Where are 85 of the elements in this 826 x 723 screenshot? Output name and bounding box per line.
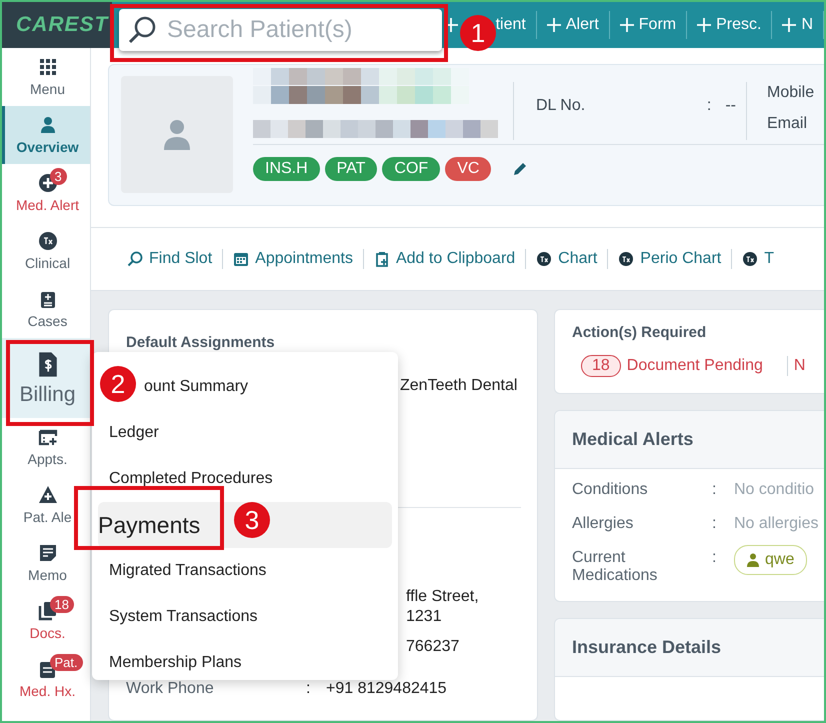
field-value: +91 8129482415: [326, 680, 447, 698]
alert-link[interactable]: N: [794, 357, 806, 375]
separator: :: [306, 680, 312, 698]
card-title: Default Assignments: [126, 334, 276, 351]
sidebar-item[interactable]: Cases: [2, 280, 90, 338]
field-value: 766237: [406, 638, 460, 656]
clipboard-icon: [38, 659, 58, 679]
alert-link[interactable]: Document Pending: [626, 357, 763, 375]
tx-icon: [742, 251, 758, 267]
field-label: Work Phone: [126, 680, 215, 698]
toolbar-button[interactable]: N: [796, 16, 823, 34]
search-icon: [127, 251, 143, 267]
dropdown-option[interactable]: ount Summary: [142, 364, 392, 410]
field-value: ffle Street,: [406, 588, 480, 606]
dropdown-option[interactable]: System Transactions: [98, 594, 392, 640]
plus-icon[interactable]: [546, 18, 561, 32]
sidebar-item[interactable]: 18 Docs.: [2, 592, 90, 650]
person-icon: [163, 118, 191, 150]
tag[interactable]: COF: [382, 157, 440, 181]
count-badge: 18: [581, 355, 621, 377]
field-value: ZenTeeth Dental: [400, 377, 518, 395]
edit-icon[interactable]: [512, 161, 528, 177]
field-label: Mobile: [767, 84, 814, 102]
field-value: No allergies: [734, 515, 818, 533]
clipboard-plus-icon: [374, 251, 390, 267]
sidebar-item[interactable]: Overview: [2, 106, 90, 164]
field-value: No conditio: [734, 481, 814, 499]
action-link[interactable]: Chart: [526, 250, 608, 268]
search-icon: [127, 15, 157, 45]
note-icon: [38, 543, 58, 563]
action-link[interactable]: Add to Clipboard: [364, 250, 526, 268]
card-title: Action(s) Required: [572, 324, 708, 341]
sidebar-item[interactable]: Billing: [2, 338, 90, 418]
sidebar-item[interactable]: 3 Med. Alert: [2, 164, 90, 222]
field-value: --: [725, 97, 736, 115]
separator: :: [712, 481, 718, 499]
field-value: 1231: [406, 608, 443, 626]
tx-icon: [536, 251, 552, 267]
toolbar-button[interactable]: Alert: [560, 16, 609, 34]
plus-icon[interactable]: [697, 18, 712, 32]
card-title: Medical Alerts: [572, 429, 694, 449]
tag[interactable]: VC: [445, 157, 492, 181]
dropdown-option[interactable]: Completed Procedures: [98, 456, 392, 502]
plus-icon[interactable]: [620, 18, 634, 32]
sidebar-item[interactable]: Clinical: [2, 222, 90, 280]
plus-icon[interactable]: [782, 18, 796, 32]
field-label: Allergies: [572, 515, 634, 533]
sidebar-item[interactable]: Appts.: [2, 418, 90, 476]
dropdown-option[interactable]: Ledger: [98, 410, 392, 456]
toolbar-button[interactable]: Form: [634, 16, 686, 34]
toolbar-button[interactable]: tient: [494, 16, 536, 34]
tag[interactable]: PAT: [324, 157, 378, 181]
invoice-icon: [36, 350, 58, 378]
sidebar-item[interactable]: Menu: [2, 48, 90, 106]
tx-icon: [618, 251, 634, 267]
tx-icon: [38, 231, 58, 251]
medication-chip[interactable]: qwe: [734, 545, 808, 575]
action-link[interactable]: Appointments: [223, 250, 363, 268]
field-label: Email: [767, 115, 808, 133]
sidebar-item[interactable]: Pat. Med. Hx.: [2, 650, 90, 708]
calendar-icon: [233, 251, 250, 267]
calendar-plus-icon: [38, 427, 58, 447]
toolbar-button[interactable]: Presc.: [711, 16, 772, 34]
dropdown-option[interactable]: Migrated Transactions: [98, 548, 392, 594]
count-badge: 3: [50, 168, 67, 185]
separator: :: [712, 515, 718, 533]
person-icon: [747, 553, 759, 567]
warning-plus-icon: [38, 485, 58, 505]
action-link[interactable]: Find Slot: [117, 250, 222, 268]
action-link[interactable]: Perio Chart: [608, 250, 732, 268]
count-badge: 18: [50, 596, 74, 613]
card-title: Insurance Details: [572, 637, 722, 657]
field-label: Conditions: [572, 481, 649, 499]
action-link[interactable]: T: [732, 250, 784, 268]
count-badge: Pat.: [50, 654, 83, 671]
sidebar-item[interactable]: Memo: [2, 534, 90, 592]
separator: :: [712, 549, 718, 567]
grid-icon: [38, 57, 58, 77]
field-label: Current Medications: [572, 549, 658, 585]
search-field[interactable]: Search Patient(s): [119, 9, 442, 51]
sidebar-item[interactable]: Pat. Ale: [2, 476, 90, 534]
field-label: DL No.: [536, 97, 586, 115]
separator: :: [706, 97, 712, 115]
tag[interactable]: INS.H: [253, 157, 320, 181]
logo: CAREST: [16, 13, 108, 37]
